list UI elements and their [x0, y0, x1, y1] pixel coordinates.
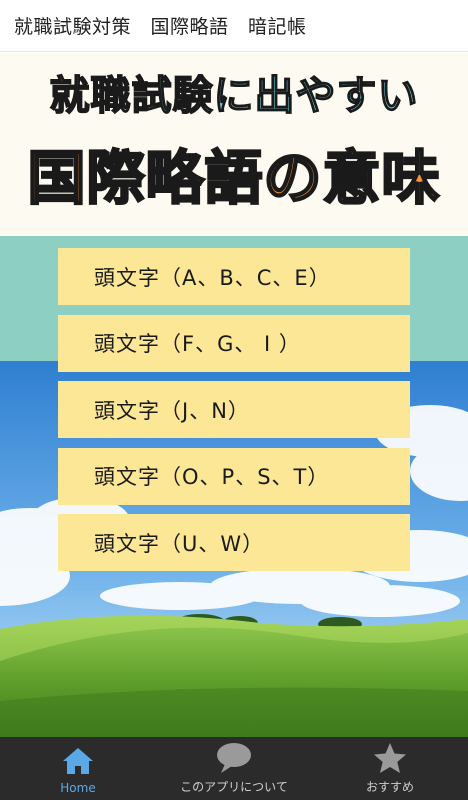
- tab-about-app[interactable]: このアプリについて: [156, 737, 312, 800]
- menu-item-label: 頭文字（F、G、 I ）: [94, 332, 301, 356]
- bottom-navigation: Home このアプリについて おすすめ: [0, 737, 468, 800]
- star-icon: [370, 740, 410, 776]
- tab-about-app-label: このアプリについて: [180, 780, 288, 794]
- banner-headline: 就職試験に出やすい: [49, 72, 419, 120]
- banner-title: 国際略語の意味: [26, 143, 441, 214]
- category-menu: 頭文字（A、B、C、E） 頭文字（F、G、 I ） 頭文字（J、N） 頭文字（O…: [58, 248, 410, 581]
- speech-bubble-icon: [214, 740, 254, 776]
- tab-recommended[interactable]: おすすめ: [312, 737, 468, 800]
- menu-item-label: 頭文字（J、N）: [94, 398, 250, 423]
- tab-home[interactable]: Home: [0, 737, 156, 800]
- tab-recommended-label: おすすめ: [365, 780, 414, 794]
- menu-item-label: 頭文字（U、W）: [94, 531, 265, 556]
- main-content: 頭文字（A、B、C、E） 頭文字（F、G、 I ） 頭文字（J、N） 頭文字（O…: [0, 236, 468, 737]
- home-icon: [58, 743, 98, 779]
- menu-item-opst[interactable]: 頭文字（O、P、S、T）: [58, 447, 410, 505]
- menu-item-uw[interactable]: 頭文字（U、W）: [58, 514, 410, 571]
- menu-item-fgi[interactable]: 頭文字（F、G、 I ）: [58, 314, 410, 372]
- menu-item-label: 頭文字（A、B、C、E）: [94, 265, 331, 290]
- menu-item-abce[interactable]: 頭文字（A、B、C、E）: [58, 248, 410, 305]
- menu-item-label: 頭文字（O、P、S、T）: [94, 465, 330, 489]
- menu-item-jn[interactable]: 頭文字（J、N）: [58, 381, 410, 438]
- banner: 就職試験に出やすい 国際略語の意味: [0, 53, 468, 236]
- app-title-bar: 就職試験対策 国際略語 暗記帳: [0, 0, 468, 52]
- tab-home-label: Home: [60, 781, 96, 795]
- app-title: 就職試験対策 国際略語 暗記帳: [14, 16, 307, 38]
